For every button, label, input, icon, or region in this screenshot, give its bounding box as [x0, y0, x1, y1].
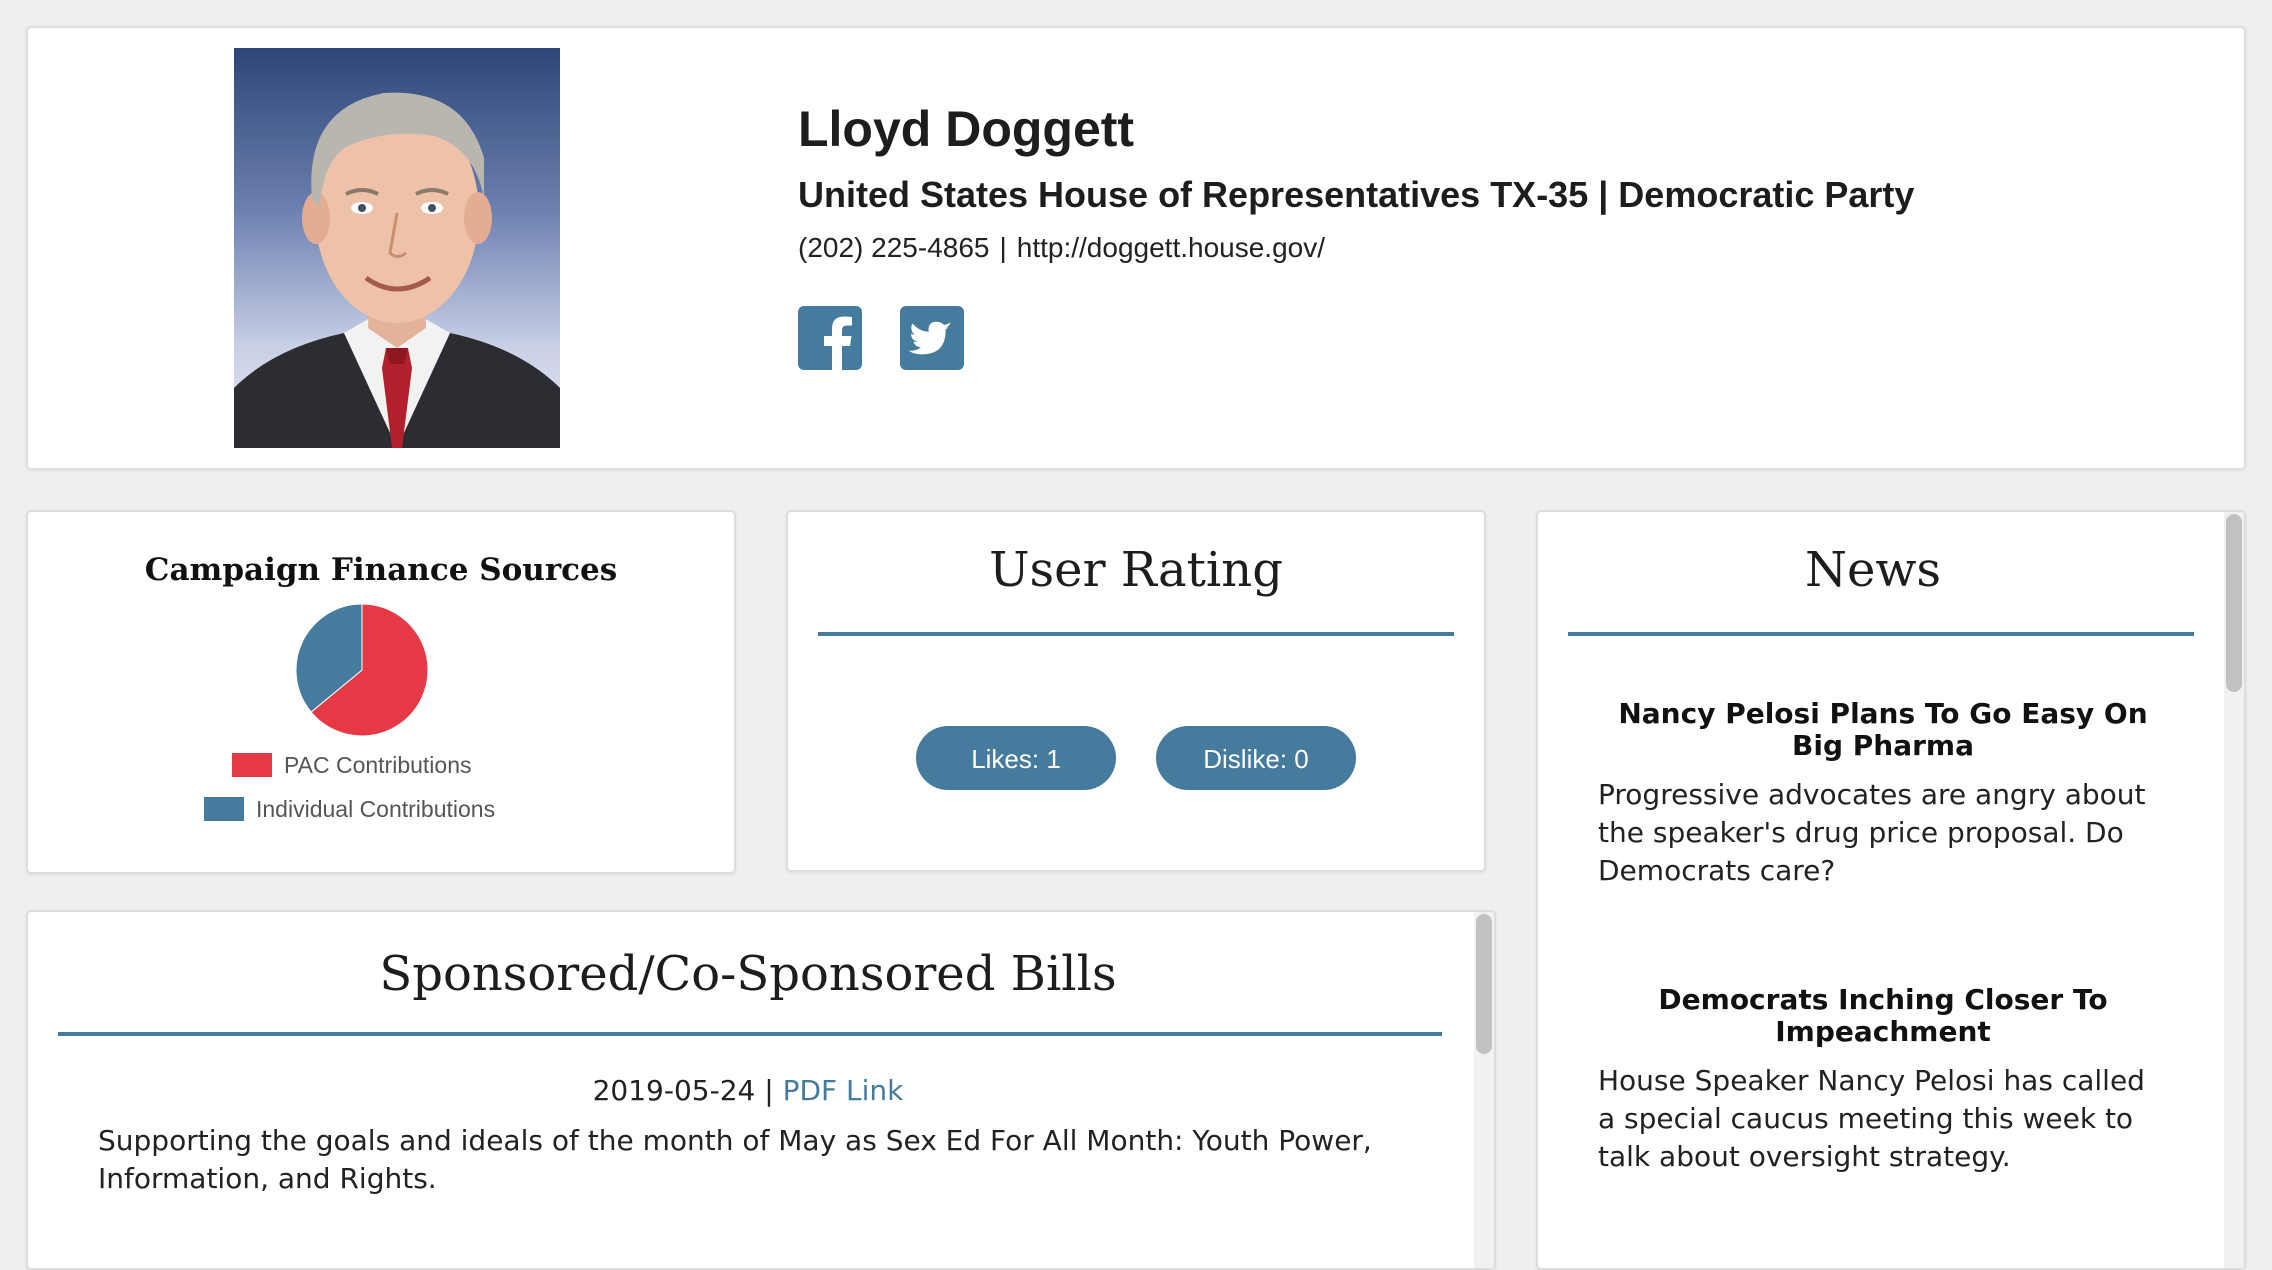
contact-separator: | — [999, 232, 1007, 263]
contact-line: (202) 225-4865 | http://doggett.house.gov/ — [798, 232, 1325, 264]
news-item[interactable]: Nancy Pelosi Plans To Go Easy On Big Pha… — [1598, 698, 2168, 890]
bill-description: Supporting the goals and ideals of the m… — [98, 1124, 1372, 1195]
news-item[interactable]: Democrats Inching Closer To Impeachment … — [1598, 984, 2168, 1176]
bills-card: Sponsored/Co-Sponsored Bills 2019-05-24 … — [26, 910, 1496, 1270]
website-link[interactable]: http://doggett.house.gov/ — [1017, 232, 1325, 263]
news-card: News Nancy Pelosi Plans To Go Easy On Bi… — [1536, 510, 2246, 1270]
likes-button[interactable]: Likes: 1 — [916, 726, 1116, 790]
rating-title: User Rating — [989, 542, 1283, 598]
news-scrollbar-thumb[interactable] — [2226, 514, 2242, 692]
bills-scrollbar-thumb[interactable] — [1476, 914, 1492, 1054]
representative-photo — [234, 48, 560, 448]
legend-item-individual[interactable]: Individual Contributions — [204, 796, 495, 823]
facebook-icon[interactable] — [798, 306, 862, 370]
bills-title: Sponsored/Co-Sponsored Bills — [379, 946, 1117, 1002]
profile-card: Lloyd Doggett United States House of Rep… — [26, 26, 2246, 470]
dislike-button[interactable]: Dislike: 0 — [1156, 726, 1356, 790]
phone-number: (202) 225-4865 — [798, 232, 990, 263]
news-title: News — [1804, 542, 1942, 598]
legend-label-pac: PAC Contributions — [284, 752, 472, 778]
bill-meta: 2019-05-24 | PDF Link — [28, 1074, 1468, 1107]
twitter-icon[interactable] — [900, 306, 964, 370]
legend-label-individual: Individual Contributions — [256, 796, 496, 822]
representative-name: Lloyd Doggett — [798, 101, 1135, 157]
bill-date: 2019-05-24 — [592, 1074, 756, 1107]
chart-title: Campaign Finance Sources — [144, 552, 618, 588]
finance-pie-chart — [295, 603, 429, 737]
news-summary: Progressive advocates are angry about th… — [1598, 778, 2146, 887]
bill-meta-separator: | — [764, 1074, 774, 1107]
news-summary: House Speaker Nancy Pelosi has called a … — [1598, 1064, 2145, 1173]
title-divider — [58, 1032, 1442, 1036]
legend-item-pac[interactable]: PAC Contributions — [232, 752, 472, 779]
title-divider — [1568, 632, 2194, 636]
representative-office: United States House of Representatives T… — [798, 174, 1915, 215]
bills-scrollbar[interactable] — [1474, 912, 1494, 1268]
news-scrollbar[interactable] — [2224, 512, 2244, 1268]
bill-pdf-link[interactable]: PDF Link — [783, 1074, 904, 1107]
user-rating-card: User Rating Likes: 1 Dislike: 0 — [786, 510, 1486, 872]
legend-swatch-pac — [232, 753, 272, 777]
legend-swatch-individual — [204, 797, 244, 821]
news-headline[interactable]: Nancy Pelosi Plans To Go Easy On Big Pha… — [1598, 698, 2168, 762]
title-divider — [818, 632, 1454, 636]
campaign-finance-card: Campaign Finance Sources PAC Contributio… — [26, 510, 736, 874]
news-headline[interactable]: Democrats Inching Closer To Impeachment — [1598, 984, 2168, 1048]
